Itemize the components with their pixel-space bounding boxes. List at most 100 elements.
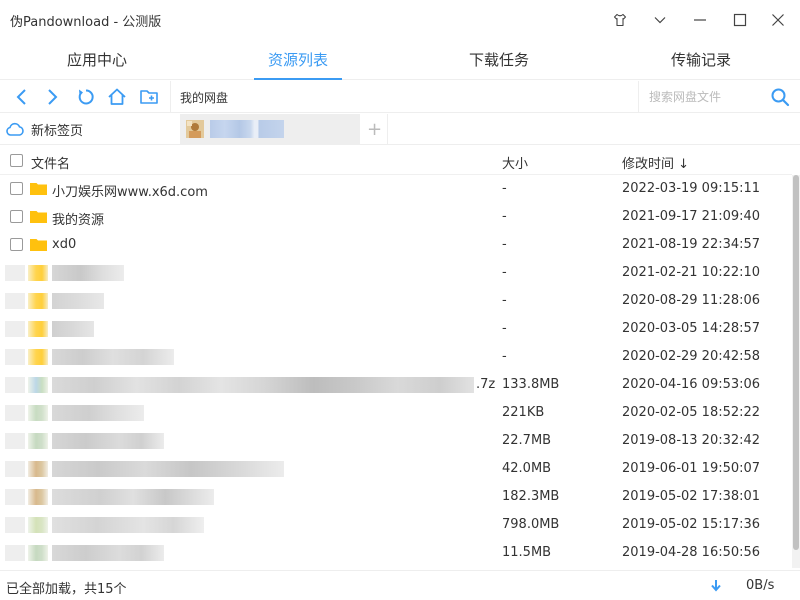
search-box: [638, 81, 800, 113]
file-name: 我的资源: [52, 213, 105, 228]
chevron-left-icon: [16, 89, 26, 105]
status-bar: 已全部加载，共15个 0B/s: [0, 570, 800, 600]
skin-button[interactable]: [606, 6, 634, 34]
checkbox-pixelated: [5, 433, 25, 449]
window-title: 伪Pandownload - 公测版: [10, 15, 162, 30]
page-tab-label: 新标签页: [31, 123, 84, 139]
scrollbar-thumb[interactable]: [793, 175, 799, 550]
file-modified: 2021-09-17 21:09:40: [622, 209, 761, 224]
table-row[interactable]: 22.7MB 2019-08-13 20:32:42: [0, 427, 792, 455]
folder-icon: [30, 239, 47, 251]
checkbox-pixelated: [5, 265, 25, 281]
select-all-checkbox[interactable]: [10, 154, 23, 167]
refresh-button[interactable]: [74, 85, 98, 109]
download-arrow-icon: [711, 580, 721, 592]
checkbox-pixelated: [5, 405, 25, 421]
search-input[interactable]: [639, 81, 767, 112]
column-modified[interactable]: 修改时间 ↓: [622, 153, 689, 172]
file-name: xd0: [52, 237, 77, 252]
checkbox-pixelated: [5, 377, 25, 393]
file-size: 22.7MB: [502, 433, 552, 448]
file-modified: 2019-08-13 20:32:42: [622, 433, 761, 448]
cloud-icon: [6, 122, 24, 136]
title-bar: 伪Pandownload - 公测版: [0, 0, 800, 40]
checkbox-pixelated: [5, 321, 25, 337]
file-size: 182.3MB: [502, 489, 560, 504]
table-row[interactable]: 小刀娱乐网www.x6d.com - 2022-03-19 09:15:11: [0, 175, 792, 203]
table-row[interactable]: .7z 133.8MB 2020-04-16 09:53:06: [0, 371, 792, 399]
tab-resource-list[interactable]: 资源列表: [254, 40, 342, 80]
back-button[interactable]: [10, 85, 34, 109]
file-size: -: [502, 293, 507, 308]
file-name-pixelated: [52, 489, 214, 505]
file-name-pixelated: [52, 405, 144, 421]
page-tab-account[interactable]: [180, 114, 360, 144]
file-name-pixelated: [52, 545, 164, 561]
folder-icon: [28, 265, 48, 281]
checkbox-pixelated: [5, 461, 25, 477]
table-row[interactable]: - 2020-02-29 20:42:58: [0, 343, 792, 371]
file-list-scrollbar[interactable]: [792, 175, 800, 568]
tab-app-center[interactable]: 应用中心: [60, 40, 134, 80]
file-icon: [28, 405, 48, 421]
column-size[interactable]: 大小: [502, 153, 528, 172]
file-icon: [28, 489, 48, 505]
row-checkbox[interactable]: [10, 182, 23, 195]
table-row[interactable]: 42.0MB 2019-06-01 19:50:07: [0, 455, 792, 483]
home-button[interactable]: [105, 85, 129, 109]
table-row[interactable]: 11.5MB 2019-04-28 16:50:56: [0, 539, 792, 567]
table-row[interactable]: 182.3MB 2019-05-02 17:38:01: [0, 483, 792, 511]
folder-icon: [28, 293, 48, 309]
folder-icon: [28, 321, 48, 337]
close-button[interactable]: [764, 6, 792, 34]
tab-transfer-records[interactable]: 传输记录: [664, 40, 738, 80]
file-extension: .7z: [476, 377, 496, 392]
table-row[interactable]: 798.0MB 2019-05-02 15:17:36: [0, 511, 792, 539]
search-icon[interactable]: [770, 87, 790, 107]
table-row[interactable]: - 2021-02-21 10:22:10: [0, 259, 792, 287]
file-list-header: 文件名 大小 修改时间 ↓: [0, 146, 792, 175]
status-text: 已全部加载，共15个: [6, 582, 127, 597]
file-icon: [28, 433, 48, 449]
file-modified: 2021-08-19 22:34:57: [622, 237, 761, 252]
file-name-pixelated: [52, 433, 164, 449]
file-size: 133.8MB: [502, 377, 560, 392]
new-folder-button[interactable]: [137, 85, 161, 109]
maximize-button[interactable]: [726, 6, 754, 34]
file-icon: [28, 545, 48, 561]
page-tab-new[interactable]: 新标签页: [6, 114, 178, 144]
file-size: -: [502, 321, 507, 336]
forward-button[interactable]: [40, 85, 64, 109]
row-checkbox[interactable]: [10, 238, 23, 251]
table-row[interactable]: 221KB 2020-02-05 18:52:22: [0, 399, 792, 427]
add-tab-button[interactable]: +: [362, 114, 388, 144]
file-modified: 2019-05-02 15:17:36: [622, 517, 761, 532]
file-modified: 2020-08-29 11:28:06: [622, 293, 761, 308]
row-checkbox[interactable]: [10, 210, 23, 223]
download-speed: 0B/s: [746, 578, 775, 593]
chevron-right-icon: [48, 89, 58, 105]
file-name-pixelated: [52, 321, 94, 337]
tab-downloads[interactable]: 下载任务: [462, 40, 536, 80]
table-row[interactable]: - 2020-03-05 14:28:57: [0, 315, 792, 343]
file-modified: 2019-06-01 19:50:07: [622, 461, 761, 476]
menu-button[interactable]: [646, 6, 674, 34]
table-row[interactable]: 我的资源 - 2021-09-17 21:09:40: [0, 203, 792, 231]
account-name-pixelated: [210, 120, 284, 138]
file-size: 798.0MB: [502, 517, 560, 532]
file-size: -: [502, 265, 507, 280]
file-list: 小刀娱乐网www.x6d.com - 2022-03-19 09:15:11 我…: [0, 175, 792, 568]
folder-icon: [30, 183, 47, 195]
toolbar-divider: [170, 81, 171, 113]
table-row[interactable]: - 2020-08-29 11:28:06: [0, 287, 792, 315]
minimize-button[interactable]: [686, 6, 714, 34]
avatar: [186, 120, 204, 138]
file-size: -: [502, 181, 507, 196]
file-modified: 2020-02-29 20:42:58: [622, 349, 761, 364]
file-name-pixelated: [52, 517, 204, 533]
column-name[interactable]: 文件名: [31, 153, 70, 172]
table-row[interactable]: xd0 - 2021-08-19 22:34:57: [0, 231, 792, 259]
toolbar: 我的网盘: [0, 81, 800, 113]
maximize-icon: [733, 13, 747, 27]
file-modified: 2020-02-05 18:52:22: [622, 405, 761, 420]
